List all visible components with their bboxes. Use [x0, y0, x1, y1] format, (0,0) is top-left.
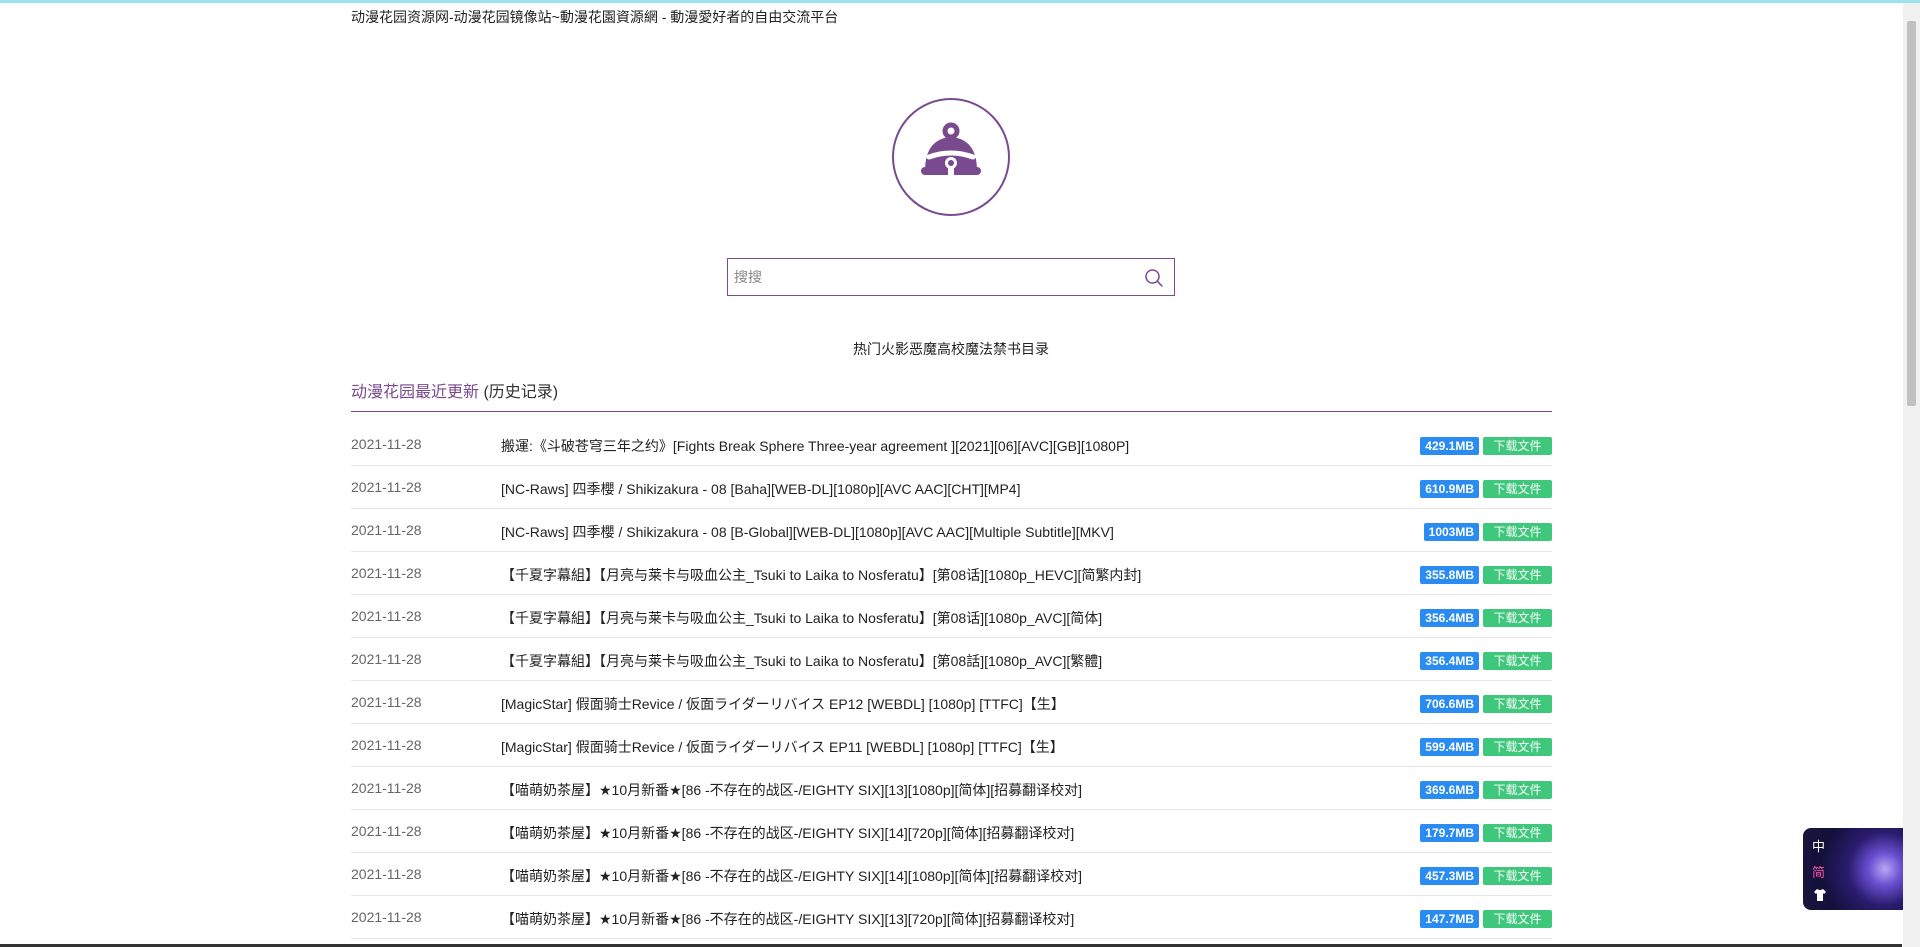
- download-button[interactable]: 下载文件: [1483, 523, 1552, 541]
- bell-logo-icon[interactable]: [891, 97, 1011, 217]
- list-item: 2021-11-28 [MagicStar] 假面骑士Revice / 仮面ライ…: [351, 681, 1552, 724]
- hot-keyword-index[interactable]: 魔法禁书目录: [965, 341, 1049, 357]
- item-date: 2021-11-28: [351, 522, 422, 538]
- item-date: 2021-11-28: [351, 651, 422, 667]
- item-date: 2021-11-28: [351, 694, 422, 710]
- size-badge: 147.7MB: [1420, 910, 1479, 928]
- item-title[interactable]: [MagicStar] 假面骑士Revice / 仮面ライダーリバイス EP12…: [501, 694, 1065, 714]
- item-title[interactable]: [NC-Raws] 四季櫻 / Shikizakura - 08 [B-Glob…: [501, 522, 1114, 542]
- download-button[interactable]: 下载文件: [1483, 695, 1552, 713]
- download-button[interactable]: 下载文件: [1483, 867, 1552, 885]
- item-title[interactable]: 【喵萌奶茶屋】★10月新番★[86 -不存在的战区-/EIGHTY SIX][1…: [501, 823, 1074, 843]
- item-title[interactable]: 【千夏字幕組】【月亮与莱卡与吸血公主_Tsuki to Laika to Nos…: [501, 608, 1102, 628]
- size-badge: 179.7MB: [1420, 824, 1479, 842]
- size-badge: 1003MB: [1423, 523, 1479, 541]
- vertical-scrollbar[interactable]: [1903, 3, 1920, 947]
- list-item: 2021-11-28 【千夏字幕組】【月亮与莱卡与吸血公主_Tsuki to L…: [351, 595, 1552, 638]
- item-title[interactable]: 搬運:《斗破苍穹三年之约》[Fights Break Sphere Three-…: [501, 436, 1129, 456]
- section-divider: [351, 411, 1552, 412]
- item-date: 2021-11-28: [351, 823, 422, 839]
- item-title[interactable]: 【喵萌奶茶屋】★10月新番★[86 -不存在的战区-/EIGHTY SIX][1…: [501, 909, 1074, 929]
- size-badge: 610.9MB: [1420, 480, 1479, 498]
- list-item: 2021-11-28 [MagicStar] 假面骑士Revice / 仮面ライ…: [351, 724, 1552, 767]
- download-button[interactable]: 下载文件: [1483, 566, 1552, 584]
- size-badge: 429.1MB: [1420, 437, 1479, 455]
- section-title: 动漫花园最近更新: [351, 384, 480, 401]
- list-item: 2021-11-28 [NC-Raws] 四季櫻 / Shikizakura -…: [351, 509, 1552, 552]
- size-badge: 356.4MB: [1420, 609, 1479, 627]
- search-input[interactable]: [734, 266, 1134, 288]
- size-badge: 599.4MB: [1420, 738, 1479, 756]
- list-item: 2021-11-28 [NC-Raws] 四季櫻 / Shikizakura -…: [351, 466, 1552, 509]
- size-badge: 706.6MB: [1420, 695, 1479, 713]
- item-date: 2021-11-28: [351, 565, 422, 581]
- item-date: 2021-11-28: [351, 479, 422, 495]
- traditional-chinese-button[interactable]: 中: [1812, 836, 1825, 855]
- list-item: 2021-11-28 【喵萌奶茶屋】★10月新番★[86 -不存在的战区-/EI…: [351, 853, 1552, 896]
- size-badge: 369.6MB: [1420, 781, 1479, 799]
- item-date: 2021-11-28: [351, 866, 422, 882]
- download-button[interactable]: 下载文件: [1483, 738, 1552, 756]
- item-date: 2021-11-28: [351, 737, 422, 753]
- download-button[interactable]: 下载文件: [1483, 480, 1552, 498]
- list-item: 2021-11-28 【喵萌奶茶屋】★10月新番★[86 -不存在的战区-/EI…: [351, 896, 1552, 939]
- download-button[interactable]: 下载文件: [1483, 910, 1552, 928]
- hot-keyword-hot[interactable]: 热门: [853, 341, 881, 357]
- section-heading: 动漫花园最近更新 (历史记录): [351, 378, 558, 402]
- list-item: 2021-11-28 【千夏字幕組】【月亮与莱卡与吸血公主_Tsuki to L…: [351, 552, 1552, 595]
- item-title[interactable]: [MagicStar] 假面骑士Revice / 仮面ライダーリバイス EP11…: [501, 737, 1064, 757]
- item-title[interactable]: 【喵萌奶茶屋】★10月新番★[86 -不存在的战区-/EIGHTY SIX][1…: [501, 780, 1082, 800]
- item-date: 2021-11-28: [351, 909, 422, 925]
- download-button[interactable]: 下载文件: [1483, 652, 1552, 670]
- item-title[interactable]: [NC-Raws] 四季櫻 / Shikizakura - 08 [Baha][…: [501, 479, 1020, 499]
- list-item: 2021-11-28 【喵萌奶茶屋】★10月新番★[86 -不存在的战区-/EI…: [351, 810, 1552, 853]
- item-date: 2021-11-28: [351, 608, 422, 624]
- item-title[interactable]: 【千夏字幕組】【月亮与莱卡与吸血公主_Tsuki to Laika to Nos…: [501, 565, 1141, 585]
- simplified-chinese-button[interactable]: 简: [1812, 862, 1825, 881]
- item-title[interactable]: 【千夏字幕組】【月亮与莱卡与吸血公主_Tsuki to Laika to Nos…: [501, 651, 1102, 671]
- download-button[interactable]: 下载文件: [1483, 609, 1552, 627]
- item-date: 2021-11-28: [351, 780, 422, 796]
- list-item: 2021-11-28 【千夏字幕組】【月亮与莱卡与吸血公主_Tsuki to L…: [351, 638, 1552, 681]
- torrent-list: 2021-11-28 搬運:《斗破苍穹三年之约》[Fights Break Sp…: [351, 423, 1552, 939]
- list-item: 2021-11-28 【喵萌奶茶屋】★10月新番★[86 -不存在的战区-/EI…: [351, 767, 1552, 810]
- search-icon[interactable]: [1144, 268, 1164, 288]
- hot-keyword-highschool-dxd[interactable]: 恶魔高校: [909, 341, 965, 357]
- hot-keyword-naruto[interactable]: 火影: [881, 341, 909, 357]
- shirt-icon[interactable]: [1813, 888, 1827, 902]
- size-badge: 457.3MB: [1420, 867, 1479, 885]
- size-badge: 355.8MB: [1420, 566, 1479, 584]
- hot-keywords: 热门火影恶魔高校魔法禁书目录: [0, 339, 1902, 359]
- size-badge: 356.4MB: [1420, 652, 1479, 670]
- search-box: [727, 258, 1175, 296]
- download-button[interactable]: 下载文件: [1483, 824, 1552, 842]
- download-button[interactable]: 下载文件: [1483, 437, 1552, 455]
- list-item: 2021-11-28 搬運:《斗破苍穹三年之约》[Fights Break Sp…: [351, 423, 1552, 466]
- item-date: 2021-11-28: [351, 436, 422, 452]
- download-button[interactable]: 下载文件: [1483, 781, 1552, 799]
- site-title: 动漫花园资源网-动漫花园镜像站~動漫花園資源網 - 動漫愛好者的自由交流平台: [351, 9, 839, 25]
- scrollbar-thumb[interactable]: [1907, 21, 1916, 406]
- history-link[interactable]: (历史记录): [483, 384, 558, 401]
- item-title[interactable]: 【喵萌奶茶屋】★10月新番★[86 -不存在的战区-/EIGHTY SIX][1…: [501, 866, 1082, 886]
